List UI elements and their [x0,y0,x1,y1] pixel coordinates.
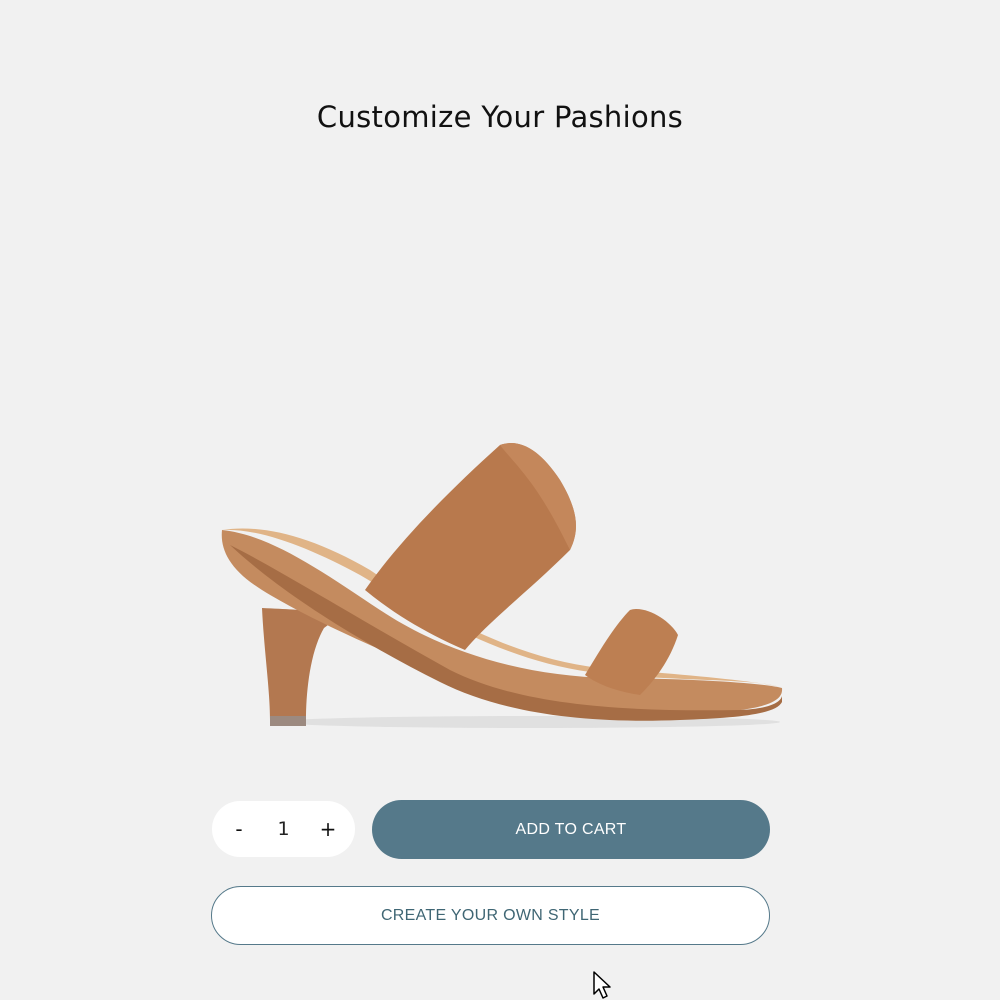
decrement-button[interactable]: - [222,812,256,846]
sandal-product-image [221,443,783,728]
create-your-own-style-button[interactable]: CREATE YOUR OWN STYLE [211,886,770,945]
mouse-pointer-icon [593,971,611,999]
increment-button[interactable]: + [311,812,345,846]
quantity-value[interactable]: 1 [264,818,304,840]
page-title: Customize Your Pashions [316,100,684,134]
add-to-cart-button[interactable]: ADD TO CART [372,800,770,859]
product-page: Customize Your Pashions - 1 + ADD TO CAR… [0,0,1000,1000]
quantity-stepper[interactable]: - 1 + [212,801,355,857]
